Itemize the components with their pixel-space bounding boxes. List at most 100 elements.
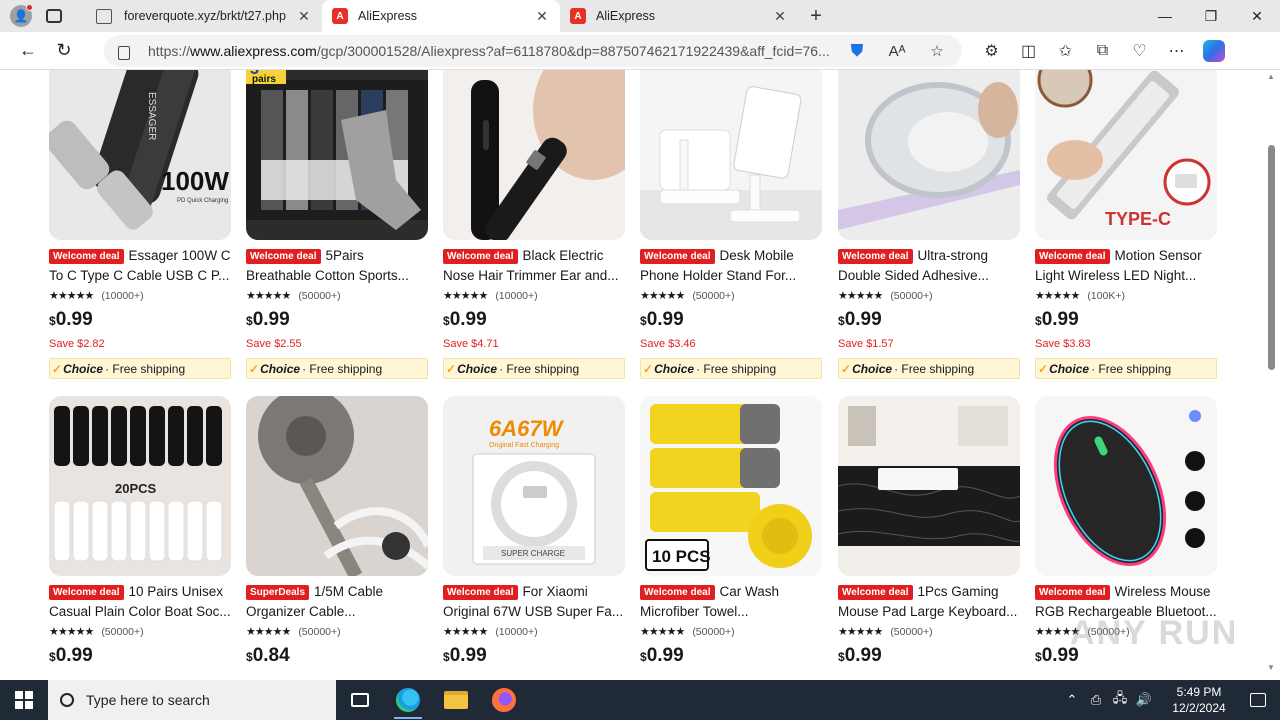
socks-image: 5 pairs [246,70,428,240]
network-icon[interactable]: 🖧 [1108,689,1132,711]
product-title[interactable]: Welcome deal Black Electric Nose Hair Tri… [443,246,625,286]
vertical-scrollbar[interactable]: ▲ ▼ [1262,70,1280,674]
maximize-button[interactable]: ❐ [1188,0,1234,32]
shipping-label: · Free shipping [696,361,777,376]
back-button[interactable]: ← [10,35,46,67]
check-icon: ✓ [841,361,852,376]
taskbar-search[interactable]: Type here to search [48,680,336,720]
product-image[interactable]: ESSAGER 100W PD Quick Charging [49,70,231,240]
edge-icon [396,688,420,712]
start-button[interactable] [0,680,48,720]
product-image[interactable]: 5 pairs [246,70,428,240]
star-rating-icon: ★★★★★ [443,626,488,638]
product-card[interactable]: 20PCS Welcome deal 10 Pairs Unisex Casual… [49,396,231,669]
refresh-button[interactable]: ↻ [46,35,82,67]
product-title[interactable]: Welcome deal Essager 100W C To C Type C C… [49,246,231,286]
currency: $ [640,314,647,328]
tab-actions-icon[interactable] [46,9,62,23]
product-title[interactable]: SuperDeals 1/5M Cable Organizer Cable... [246,582,428,622]
product-image[interactable]: TYPE-C [1035,70,1217,240]
file-explorer-button[interactable] [432,680,480,720]
deal-badge: Welcome deal [640,585,715,600]
choice-shipping-banner: ✓ Choice · Free shipping [838,358,1020,379]
firefox-taskbar-button[interactable] [480,680,528,720]
product-card[interactable]: SuperDeals 1/5M Cable Organizer Cable... … [246,396,428,669]
product-title[interactable]: Welcome deal 10 Pairs Unisex Casual Plain… [49,582,231,622]
aliexpress-icon: A [332,8,348,24]
scroll-up-icon[interactable]: ▲ [1267,72,1275,81]
tab-0[interactable]: foreverquote.xyz/brkt/t27.php ✕ [84,0,322,32]
tab-2[interactable]: A AliExpress ✕ [560,0,798,32]
charger-box-text: SUPER CHARGE [501,549,565,558]
scroll-down-icon[interactable]: ▼ [1267,663,1275,672]
extensions-icon[interactable]: ⚙ [976,35,1007,67]
product-title[interactable]: Welcome deal For Xiaomi Original 67W USB … [443,582,625,622]
lock-icon[interactable] [118,46,130,60]
currency: $ [443,314,450,328]
product-title[interactable]: Welcome deal 5Pairs Breathable Cotton Spo… [246,246,428,286]
price: $0.99 [443,309,625,333]
product-title[interactable]: Welcome deal Ultra-strong Double Sided Ad… [838,246,1020,286]
product-card[interactable]: Welcome deal Ultra-strong Double Sided Ad… [838,70,1020,379]
browser-essentials-icon[interactable]: ♡ [1124,35,1155,67]
price-value: 0.99 [844,309,882,330]
tab-1[interactable]: A AliExpress ✕ [322,0,560,32]
product-image[interactable] [1035,396,1217,576]
firefox-icon [492,688,516,712]
scrollbar-thumb[interactable] [1268,145,1275,370]
collections-icon[interactable]: ⧉ [1087,35,1118,67]
edge-taskbar-button[interactable] [384,680,432,720]
rating-row: ★★★★★ (50000+) [246,623,428,640]
chevron-up-icon[interactable]: ⌃ [1060,692,1084,708]
product-title[interactable]: Welcome deal Motion Sensor Light Wireless… [1035,246,1217,286]
product-card[interactable]: Welcome deal Black Electric Nose Hair Tri… [443,70,625,379]
device-icon[interactable]: ⎙ [1084,692,1108,708]
product-image[interactable]: 6A67W Original Fast Charging SUPER CHARG… [443,396,625,576]
task-view-button[interactable] [336,680,384,720]
product-card[interactable]: Welcome deal 1Pcs Gaming Mouse Pad Large … [838,396,1020,669]
minimize-button[interactable]: — [1142,0,1188,32]
split-screen-icon[interactable]: ◫ [1013,35,1044,67]
product-image[interactable]: 10 PCS [640,396,822,576]
copilot-icon[interactable] [1198,35,1229,67]
product-card[interactable]: 10 PCS Welcome deal Car Wash Microfiber T… [640,396,822,669]
save-amount: Save $2.82 [49,338,105,350]
cable-watt-text: 100W [161,166,229,196]
product-card[interactable]: 5 pairs Welcome deal5Pairs Breathable Co… [246,70,428,379]
url-text[interactable]: https://www.aliexpress.com/gcp/300001528… [148,43,848,59]
product-image[interactable] [443,70,625,240]
favorites-icon[interactable]: ✩ [1050,35,1081,67]
read-aloud-icon[interactable]: Aᴬ [886,40,908,62]
close-tab-icon[interactable]: ✕ [534,8,550,25]
task-view-icon [351,693,369,707]
product-title[interactable]: Welcome deal 1Pcs Gaming Mouse Pad Large … [838,582,1020,622]
product-card[interactable]: TYPE-C Welcome deal Motion Sensor Light W… [1035,70,1217,379]
clock[interactable]: 5:49 PM 12/2/2024 [1162,684,1236,716]
product-title[interactable]: Welcome deal Desk Mobile Phone Holder Sta… [640,246,822,286]
product-image[interactable] [640,70,822,240]
notifications-button[interactable] [1236,693,1280,707]
product-image[interactable] [838,396,1020,576]
product-card[interactable]: ESSAGER 100W PD Quick Charging Welcome d… [49,70,231,379]
product-image[interactable] [838,70,1020,240]
currency: $ [246,314,253,328]
product-title[interactable]: Welcome deal Car Wash Microfiber Towel... [640,582,822,622]
product-image[interactable]: 20PCS [49,396,231,576]
product-card[interactable]: Welcome deal Desk Mobile Phone Holder Sta… [640,70,822,379]
star-rating-icon: ★★★★★ [246,290,291,302]
more-menu-icon[interactable]: ⋯ [1161,35,1192,67]
ankle-socks-image: 20PCS [49,396,231,576]
system-tray: ⌃ ⎙ 🖧 🔊 5:49 PM 12/2/2024 [1060,680,1280,720]
new-tab-button[interactable]: + [798,0,834,32]
close-window-button[interactable]: ✕ [1234,0,1280,32]
notification-icon [1250,693,1266,707]
close-tab-icon[interactable]: ✕ [296,8,312,25]
profile-avatar[interactable]: 👤 [10,4,33,27]
product-image[interactable] [246,396,428,576]
favorite-star-icon[interactable]: ☆ [926,40,948,62]
product-card[interactable]: 6A67W Original Fast Charging SUPER CHARG… [443,396,625,669]
volume-icon[interactable]: 🔊 [1132,692,1156,708]
close-tab-icon[interactable]: ✕ [772,8,788,25]
address-bar[interactable]: https://www.aliexpress.com/gcp/300001528… [104,35,962,67]
shield-icon[interactable]: ⛊ [846,40,868,62]
